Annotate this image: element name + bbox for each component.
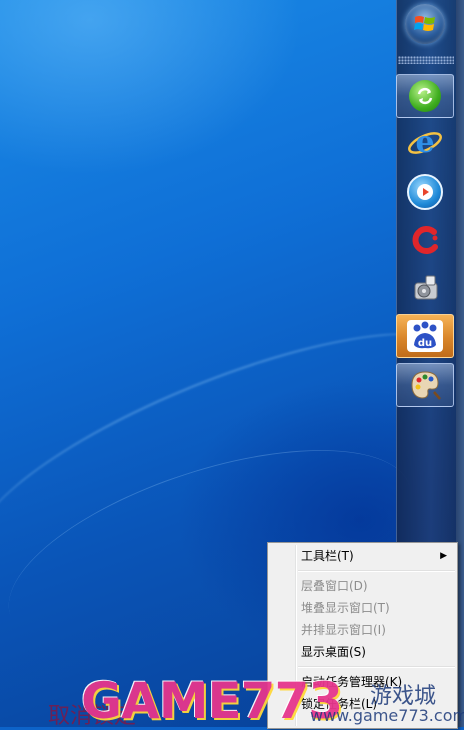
submenu-arrow-icon: ▶ xyxy=(440,551,447,561)
taskbar-button-paint[interactable] xyxy=(396,363,454,407)
refresh-green-icon xyxy=(409,80,441,112)
internet-explorer-icon: e xyxy=(408,125,442,160)
taskbar-button-red-c[interactable] xyxy=(396,218,454,262)
menu-separator xyxy=(298,570,455,572)
watermark-brand: GAME773 xyxy=(81,672,343,730)
baidu-du-text: du xyxy=(418,338,432,349)
baidu-paw-icon: du xyxy=(405,318,445,354)
menu-item-toolbars[interactable]: 工具栏(T) ▶ xyxy=(268,545,457,567)
menu-item-label: 并排显示窗口(I) xyxy=(301,623,386,637)
menu-item-side-by-side[interactable]: 并排显示窗口(I) xyxy=(268,619,457,641)
taskbar-button-baidu[interactable]: du xyxy=(396,314,454,358)
menu-item-label: 工具栏(T) xyxy=(301,549,354,563)
site-watermark: 取消锁定 GAME773 游戏城 www.game773.com xyxy=(45,670,464,730)
menu-item-label: 堆叠显示窗口(T) xyxy=(301,601,390,615)
taskbar-button-ie[interactable]: e xyxy=(396,121,454,165)
menu-item-stacked[interactable]: 堆叠显示窗口(T) xyxy=(268,597,457,619)
menu-item-cascade[interactable]: 层叠窗口(D) xyxy=(268,575,457,597)
red-c-app-icon xyxy=(412,226,438,255)
taskbar-grip[interactable] xyxy=(398,56,454,64)
taskbar-button-disk-tool[interactable] xyxy=(396,266,454,310)
taskbar-button-media[interactable] xyxy=(396,170,454,214)
windows-logo-icon xyxy=(414,16,435,31)
menu-item-label: 层叠窗口(D) xyxy=(301,579,368,593)
taskbar-button-refresh[interactable] xyxy=(396,74,454,118)
menu-item-show-desktop[interactable]: 显示桌面(S) xyxy=(268,641,457,663)
watermark-domain: www.game773.com xyxy=(310,706,464,725)
menu-item-label: 显示桌面(S) xyxy=(301,645,366,659)
svg-text:e: e xyxy=(415,125,434,160)
start-button[interactable] xyxy=(405,4,445,44)
paint-palette-icon xyxy=(411,371,441,400)
menu-separator xyxy=(298,666,455,668)
disk-tool-icon xyxy=(414,275,438,300)
media-player-icon xyxy=(407,174,443,210)
